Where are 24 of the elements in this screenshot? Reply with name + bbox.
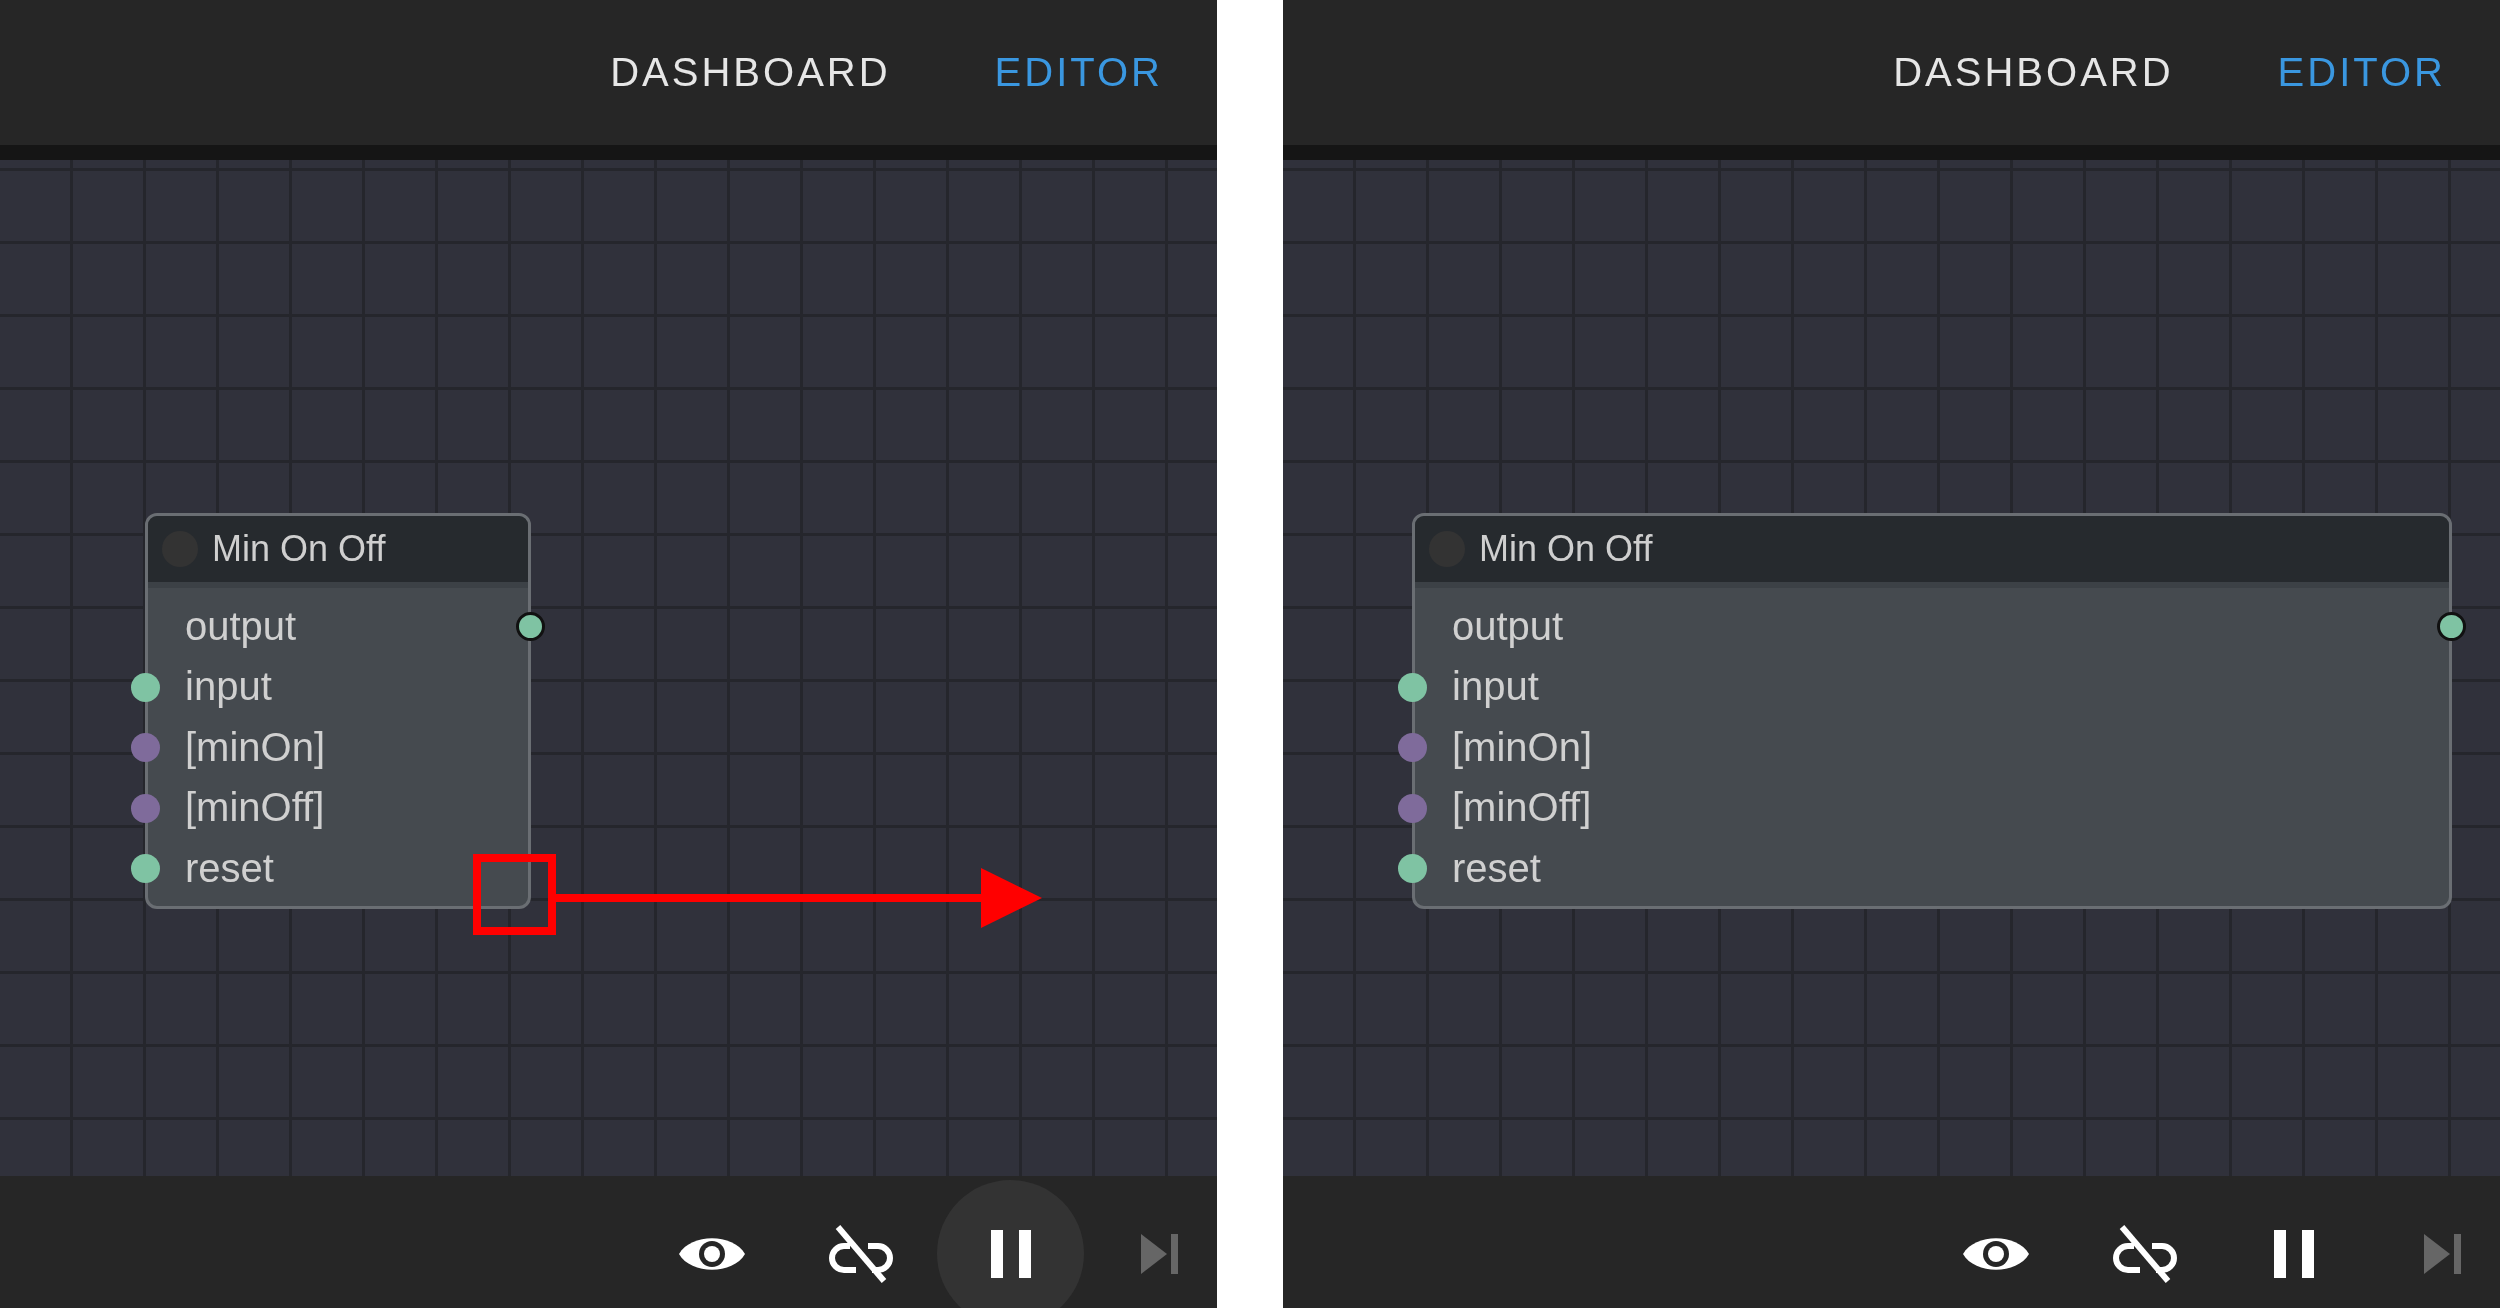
- slot-label: [minOn]: [185, 724, 326, 770]
- slot-label: input: [1452, 664, 1539, 710]
- slot-label: [minOff]: [1452, 785, 1592, 831]
- skip-next-icon: [2424, 1233, 2462, 1274]
- slot-label: output: [1452, 603, 1564, 649]
- nav-tab[interactable]: EDITOR: [2261, 40, 2462, 105]
- skip-next-icon: [1141, 1233, 1179, 1274]
- slot-label: reset: [1452, 845, 1541, 891]
- unlink-icon: [2112, 1223, 2178, 1284]
- slot-label: [minOn]: [1452, 724, 1593, 770]
- slot-label: input: [185, 664, 272, 710]
- slot-label: output: [185, 603, 297, 649]
- slot-label: reset: [185, 845, 274, 891]
- pause-icon: [990, 1229, 1031, 1278]
- node-title: Min On Off: [212, 528, 386, 570]
- pause-icon: [2274, 1229, 2314, 1278]
- unlink-icon: [828, 1223, 894, 1284]
- nav-tab[interactable]: EDITOR: [978, 40, 1179, 105]
- node-title: Min On Off: [1479, 528, 1653, 570]
- slot-label: [minOff]: [185, 785, 325, 831]
- nav-tab[interactable]: DASHBOARD: [1877, 40, 2190, 105]
- node-card[interactable]: Min On Off output input [minOn] [minOff] reset: [145, 513, 531, 909]
- node-card[interactable]: Min On Off output input [minOn] [minOff] reset: [1412, 513, 2452, 909]
- nav-tab[interactable]: DASHBOARD: [594, 40, 907, 105]
